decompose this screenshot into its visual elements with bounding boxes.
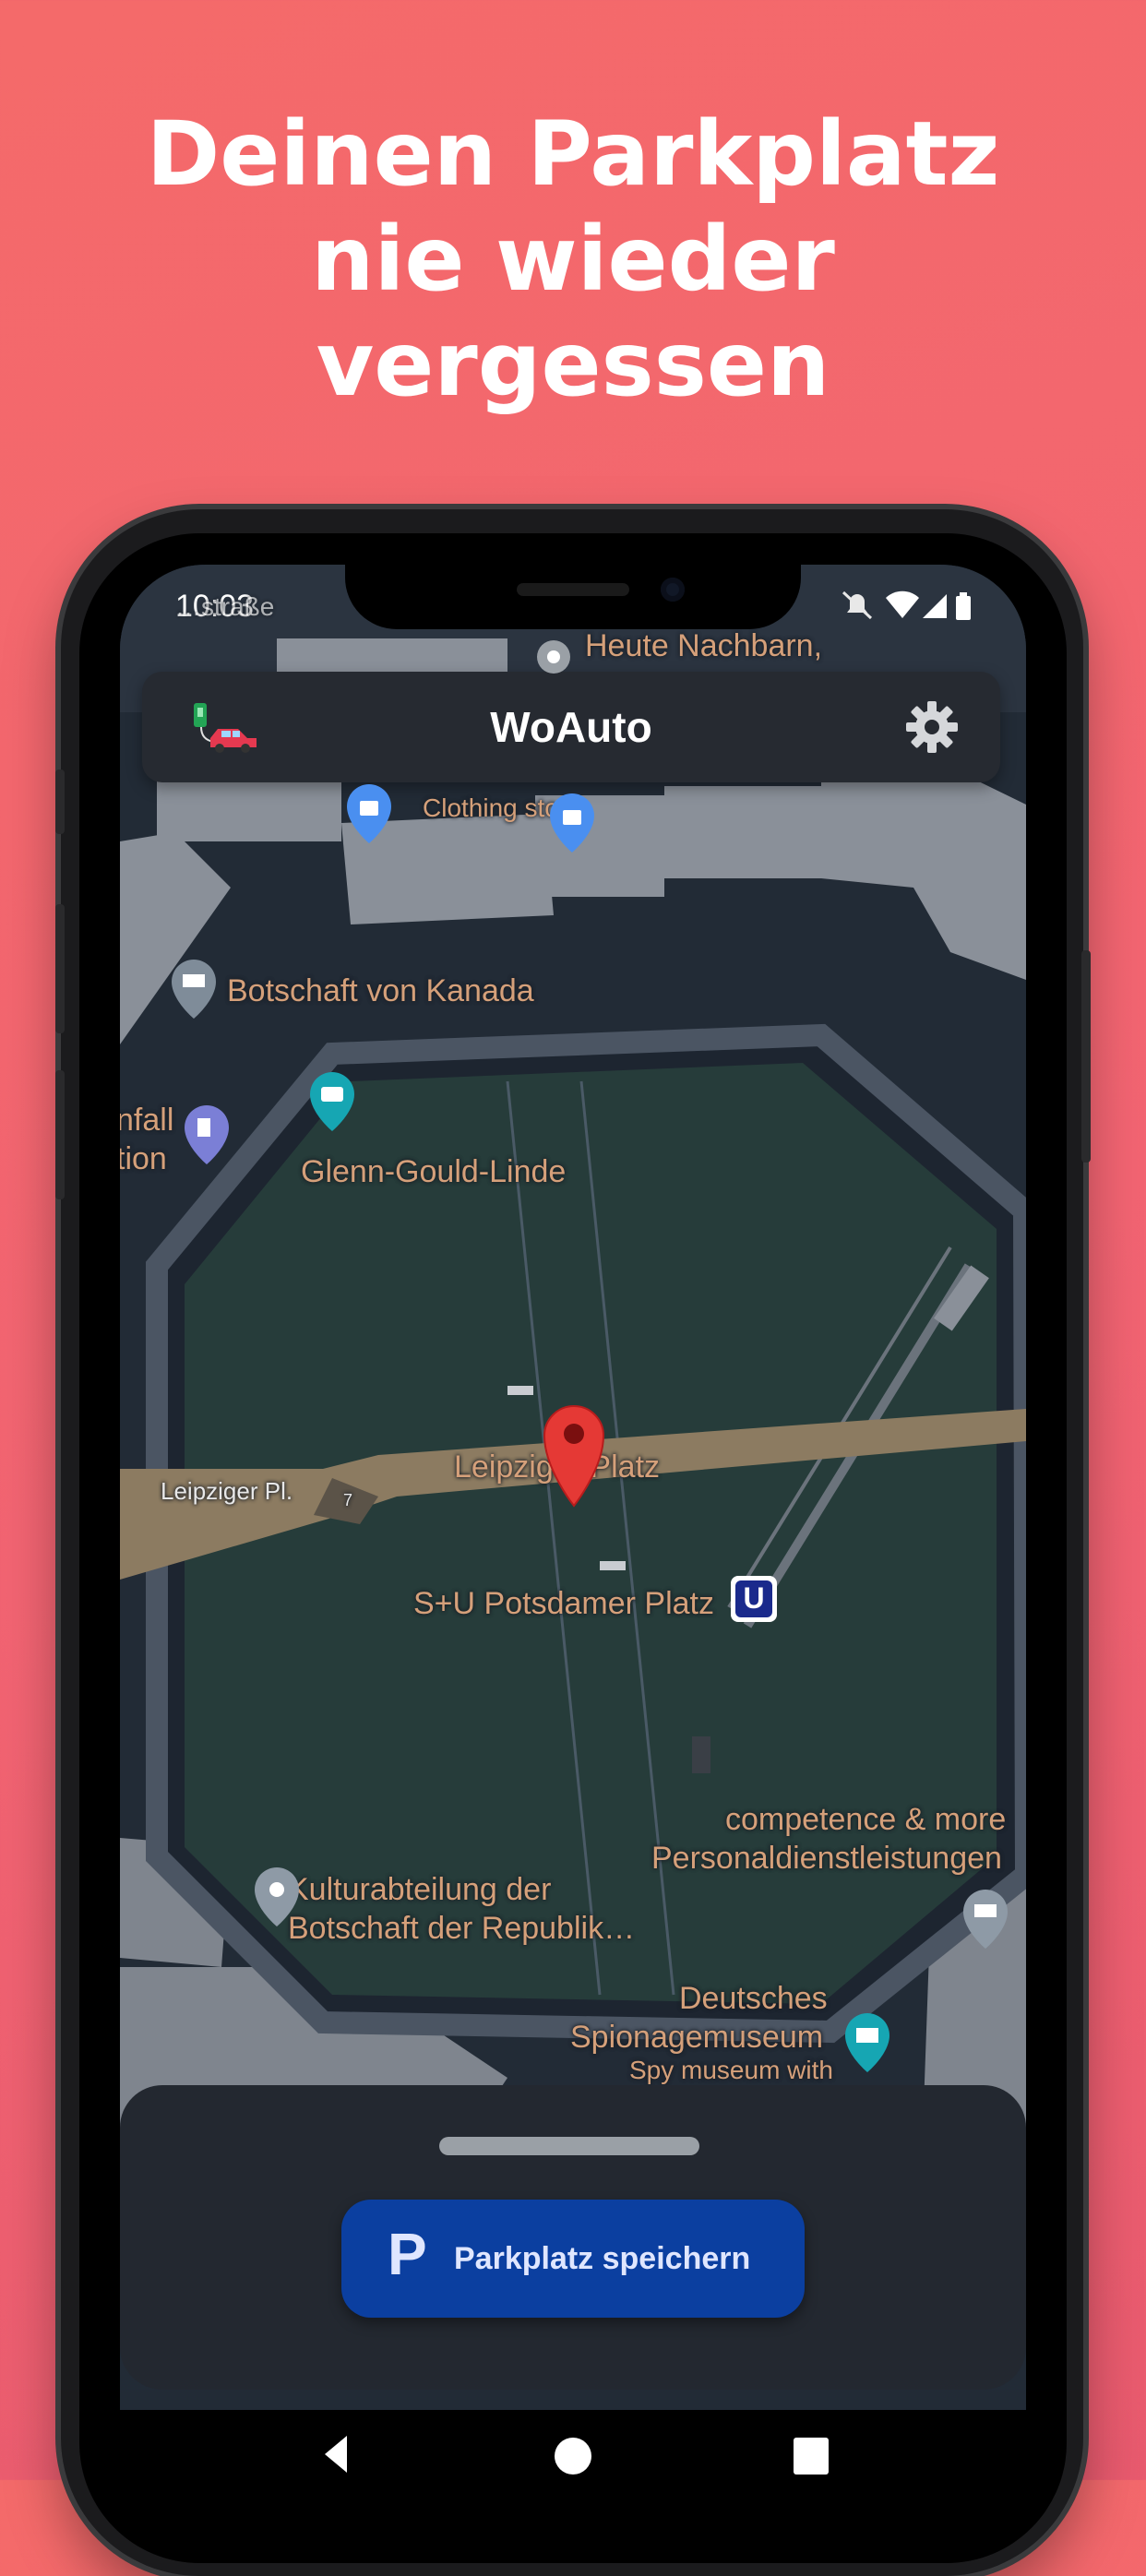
phone-volume-down-button [55, 1070, 65, 1199]
nav-recents-icon[interactable] [794, 2438, 829, 2475]
phone-volume-up-button [55, 904, 65, 1033]
save-parking-button[interactable]: P Parkplatz speichern [341, 2200, 805, 2318]
headline-line-3: vergessen [316, 313, 830, 416]
phone-power-button [1081, 950, 1091, 1163]
poi-dot-marker-icon[interactable] [537, 640, 570, 674]
pin-marker-icon[interactable] [255, 1867, 299, 1926]
subway-badge-letter: U [743, 1581, 765, 1615]
nav-home-icon[interactable] [555, 2438, 591, 2475]
bottom-sheet: P Parkplatz speichern [120, 2085, 1026, 2390]
save-parking-label: Parkplatz speichern [454, 2241, 751, 2276]
museum-marker-icon[interactable] [845, 2013, 889, 2072]
phone-notch [345, 565, 801, 629]
bottom-sheet-handle[interactable] [439, 2137, 699, 2155]
shopping-bag-marker-icon[interactable] [550, 793, 594, 853]
shopping-bag-marker-icon[interactable] [347, 784, 391, 843]
front-camera [661, 578, 685, 602]
embassy-marker-icon[interactable] [172, 960, 216, 1019]
phone-speaker [517, 583, 629, 596]
app-screen: 10:03 WoAuto …straße Heute Nachbarn, Clo… [120, 565, 1026, 2480]
headline-line-1: Deinen Parkplatz [146, 102, 1000, 206]
promo-headline: Deinen Parkplatz nie wieder vergessen [0, 101, 1146, 417]
parking-location-pin-icon[interactable] [543, 1405, 605, 1508]
parking-p-icon: P [388, 2221, 427, 2287]
nav-back-icon[interactable] [325, 2436, 347, 2473]
photo-spot-marker-icon[interactable] [310, 1072, 354, 1131]
embassy-marker-icon[interactable] [963, 1890, 1008, 1949]
phone-side-button [55, 769, 65, 834]
headline-line-2: nie wieder [311, 208, 835, 311]
system-nav-bar [120, 2410, 1026, 2480]
ev-charging-marker-icon[interactable] [185, 1105, 229, 1164]
map-markers-layer [172, 640, 1008, 2072]
